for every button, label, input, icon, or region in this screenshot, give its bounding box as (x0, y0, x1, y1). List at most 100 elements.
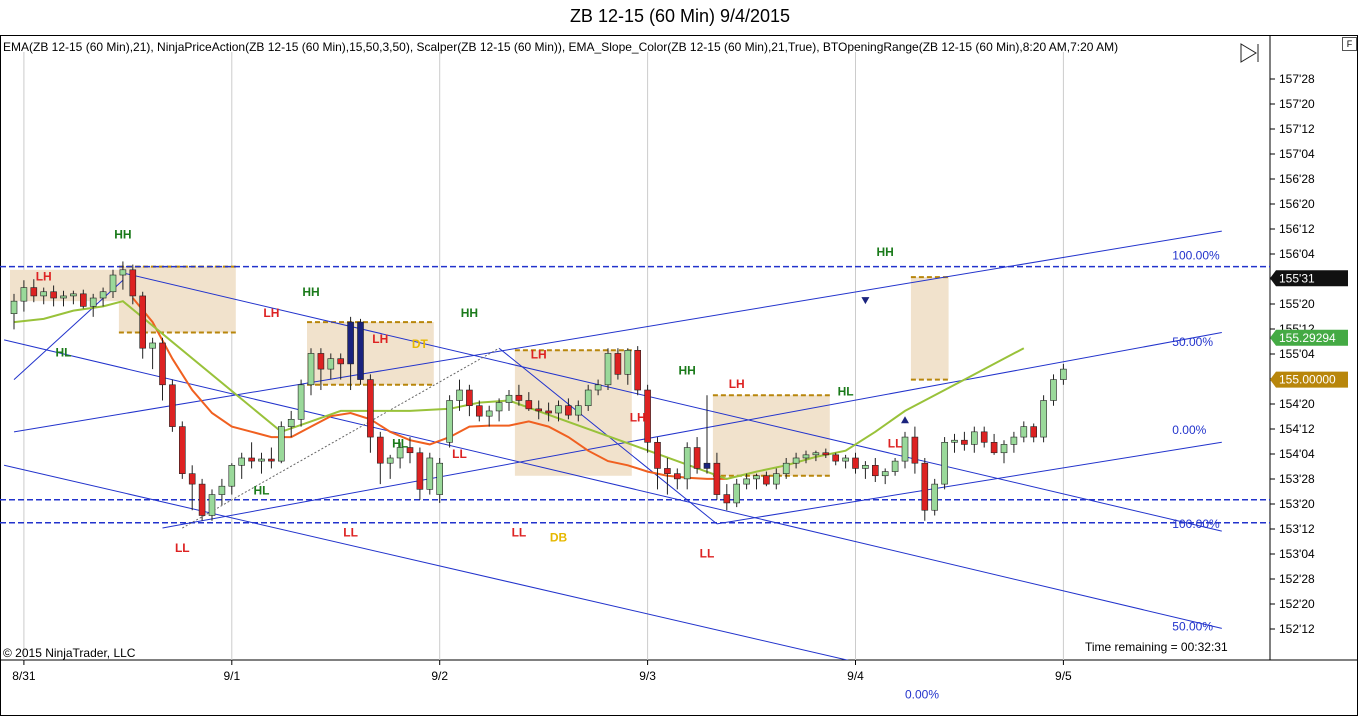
candle-body (327, 358, 335, 370)
swing-label: LH (263, 306, 279, 320)
swing-label: HH (461, 306, 478, 320)
candle-body (713, 462, 721, 495)
candle-body (347, 321, 354, 365)
y-tick-label: 152'28 (1279, 572, 1315, 586)
candle-body (535, 408, 543, 412)
swing-label: HL (254, 484, 270, 498)
candle-body (604, 353, 612, 386)
candle-body (881, 471, 889, 477)
candle-body (208, 494, 216, 516)
candle-body (782, 462, 790, 474)
swing-label: HL (838, 384, 854, 398)
candle-body (60, 295, 67, 299)
candle-body (891, 460, 899, 472)
candle-body (862, 464, 869, 469)
candle-body (723, 494, 731, 504)
swing-label: LH (630, 410, 646, 424)
candle-body (258, 458, 265, 462)
candle-body (238, 457, 245, 466)
time-remaining: Time remaining = 00:32:31 (1085, 640, 1228, 654)
candle-body (149, 342, 156, 349)
candle-body (198, 483, 206, 516)
candle-body (951, 439, 958, 443)
x-tick-label: 8/31 (12, 669, 36, 683)
channel-percent-label: 100.00% (1172, 248, 1220, 262)
y-tick-label: 154'20 (1279, 397, 1315, 411)
y-tick-label: 156'28 (1279, 172, 1315, 186)
y-tick-label: 157'20 (1279, 97, 1315, 111)
candle-body (584, 389, 592, 407)
y-tick-label: 155'04 (1279, 347, 1315, 361)
candle-body (228, 464, 236, 487)
candle-body (624, 349, 632, 375)
y-tick-label: 153'28 (1279, 472, 1315, 486)
candle-body (545, 410, 552, 414)
candle-body (812, 452, 820, 456)
candle-body (990, 441, 998, 454)
swing-label: HH (114, 227, 131, 241)
price-chart[interactable]: 8/31 9/1 9/2 9/3 9/4 9/5 157'28 157'20 157'12 157… (0, 0, 1360, 717)
candle-body (139, 295, 146, 349)
swing-label: HH (679, 363, 696, 377)
candle-body (456, 389, 463, 401)
candle-body (753, 475, 760, 480)
y-tick-label: 157'12 (1279, 122, 1315, 136)
candle-body (654, 441, 661, 469)
swing-label: LH (729, 377, 745, 391)
candle-body (574, 405, 582, 416)
candle-body (475, 405, 483, 417)
candle-body (248, 457, 255, 462)
candle-body (961, 439, 968, 445)
f-button[interactable]: F (1342, 37, 1357, 51)
swing-label: LH (372, 332, 388, 346)
swing-label: LL (175, 541, 190, 555)
candle-body (307, 353, 315, 386)
candle-body (297, 384, 305, 420)
swing-label: LL (512, 525, 527, 539)
y-tick-label: 155'20 (1279, 297, 1315, 311)
candle-body (317, 353, 325, 370)
y-tick-label: 153'20 (1279, 497, 1315, 511)
candle-body (287, 418, 295, 427)
candle-body (763, 475, 770, 485)
candle-body (80, 293, 87, 307)
swing-label: LH (531, 348, 547, 362)
y-tick-label: 157'28 (1279, 72, 1315, 86)
candle-body (1050, 379, 1057, 401)
candle-body (169, 384, 176, 427)
play-icon[interactable] (1240, 43, 1257, 63)
candle-body (40, 291, 48, 297)
candle-body (921, 462, 929, 511)
y-tick-label: 152'12 (1279, 622, 1315, 636)
signal-arrow (901, 416, 909, 424)
candle-body (792, 457, 800, 464)
candle-body (89, 297, 97, 307)
y-tick-label: 153'12 (1279, 522, 1315, 536)
indicator-list: EMA(ZB 12-15 (60 Min),21), NinjaPriceAct… (3, 40, 1119, 54)
candle-body (188, 473, 196, 485)
y-tick-label: 154'12 (1279, 422, 1315, 436)
candle-body (376, 436, 384, 464)
candle-body (277, 426, 285, 462)
y-tick-label: 152'20 (1279, 597, 1315, 611)
candle-body (159, 342, 166, 386)
candle-body (901, 436, 909, 462)
candle-body (852, 457, 859, 469)
swing-label: HH (877, 245, 894, 259)
swing-label: HL (392, 437, 408, 451)
candle-body (466, 389, 473, 407)
swing-label: LL (700, 546, 715, 560)
candle-body (673, 473, 681, 480)
candle-body (970, 431, 978, 445)
candle-body (980, 431, 988, 443)
y-tick-label: 153'04 (1279, 547, 1315, 561)
candle-body (357, 321, 364, 380)
swing-label: DB (550, 531, 568, 545)
candle-body (218, 485, 226, 495)
candle-body (30, 287, 38, 297)
swing-label: LL (343, 525, 358, 539)
candle-body (871, 464, 879, 477)
candle-body (20, 287, 28, 302)
candle-body (555, 405, 562, 414)
candle-body (1000, 444, 1008, 454)
